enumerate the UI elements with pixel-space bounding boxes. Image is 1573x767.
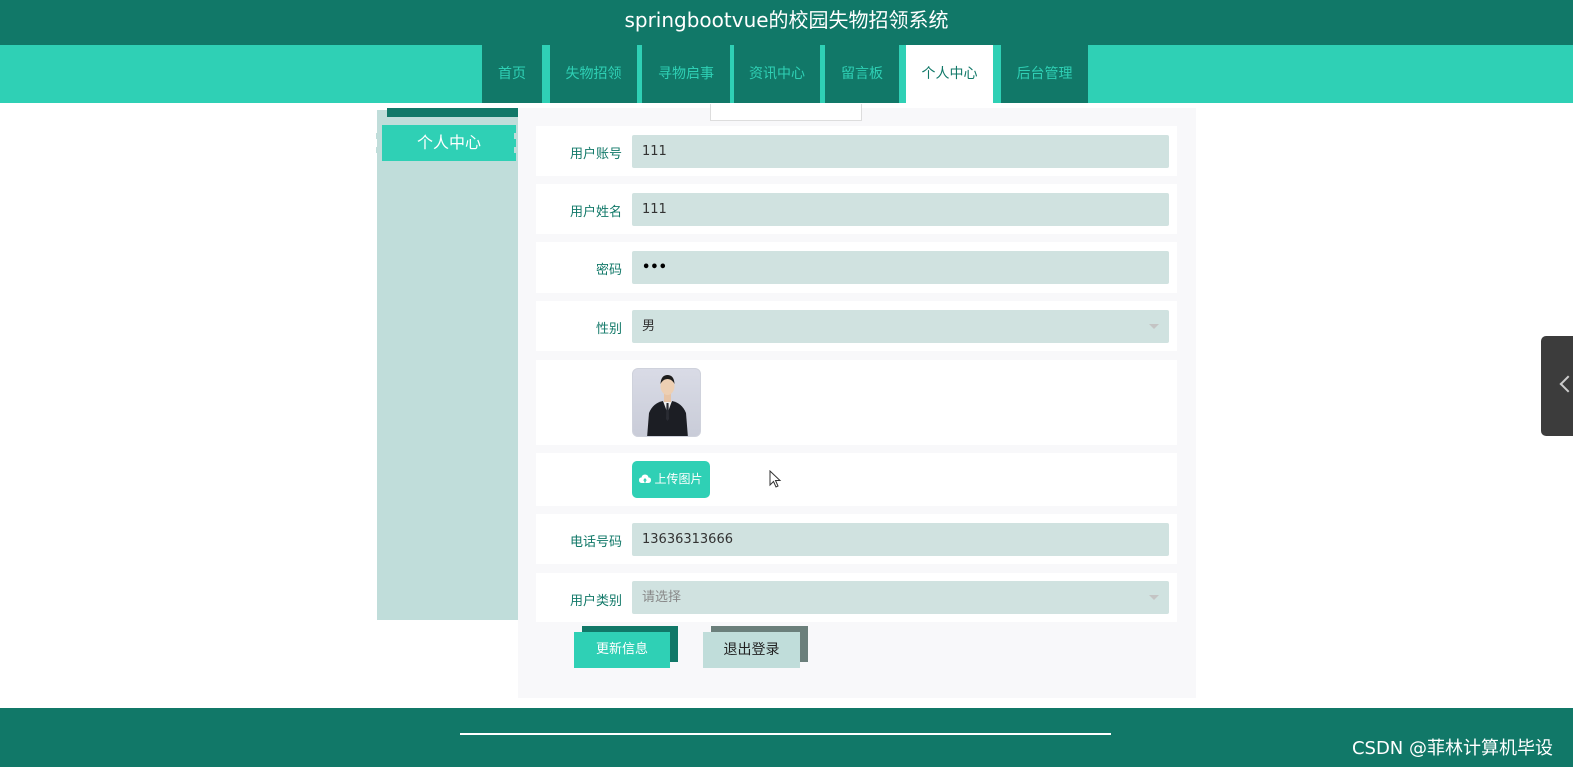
name-label: 用户姓名 — [569, 205, 622, 220]
name-input[interactable]: 111 — [632, 193, 1169, 226]
password-label: 密码 — [595, 263, 622, 278]
nav-message-board[interactable]: 留言板 — [825, 45, 899, 103]
phone-label: 电话号码 — [569, 535, 622, 550]
chevron-down-icon — [1149, 324, 1159, 329]
side-drawer-handle[interactable] — [1541, 336, 1573, 436]
main-nav: 首页 失物招领 寻物启事 资讯中心 留言板 个人中心 后台管理 — [0, 45, 1573, 103]
user-type-label: 用户类别 — [569, 594, 622, 609]
sidebar — [377, 110, 518, 620]
sidebar-title[interactable]: 个人中心 — [382, 125, 516, 161]
sidebar-notch — [376, 133, 382, 139]
avatar-row — [536, 360, 1177, 445]
mouse-cursor-icon — [769, 470, 782, 488]
gender-select[interactable]: 男 — [632, 310, 1169, 343]
nav-personal-center[interactable]: 个人中心 — [906, 45, 993, 103]
nav-news[interactable]: 资讯中心 — [734, 45, 820, 103]
cloud-upload-icon — [639, 474, 652, 483]
upload-row: 上传图片 — [536, 453, 1177, 506]
sidebar-top-strip — [387, 108, 530, 117]
gender-value: 男 — [642, 319, 656, 334]
watermark: CSDN @菲林计算机毕设 — [1351, 738, 1553, 759]
account-input[interactable]: 111 — [632, 135, 1169, 168]
account-label: 用户账号 — [569, 147, 622, 162]
site-title: springbootvue的校园失物招领系统 — [0, 0, 1573, 45]
gender-label: 性别 — [595, 322, 622, 337]
user-type-placeholder: 请选择 — [642, 590, 682, 605]
logout-button[interactable]: 退出登录 — [703, 632, 800, 668]
nav-lost-found[interactable]: 失物招领 — [550, 45, 637, 103]
phone-input[interactable]: 13636313666 — [632, 523, 1169, 556]
account-row: 用户账号 111 — [536, 126, 1177, 176]
name-row: 用户姓名 111 — [536, 184, 1177, 234]
chevron-down-icon — [1149, 595, 1159, 600]
footer-divider — [460, 733, 1111, 735]
nav-admin[interactable]: 后台管理 — [1001, 45, 1088, 103]
update-info-button[interactable]: 更新信息 — [574, 632, 670, 668]
upload-image-label: 上传图片 — [654, 472, 703, 486]
password-row: 密码 ••• — [536, 242, 1177, 293]
nav-search-notice[interactable]: 寻物启事 — [642, 45, 730, 103]
chevron-left-icon — [1559, 375, 1573, 393]
footer: CSDN @菲林计算机毕设 — [0, 708, 1573, 767]
sidebar-notch — [376, 147, 382, 153]
phone-row: 电话号码 13636313666 — [536, 514, 1177, 564]
nav-home[interactable]: 首页 — [482, 45, 542, 103]
avatar-photo-icon — [647, 375, 688, 436]
avatar[interactable] — [632, 368, 701, 437]
panel-top-tab — [710, 104, 862, 121]
password-input[interactable]: ••• — [632, 251, 1169, 284]
upload-image-button[interactable]: 上传图片 — [632, 461, 710, 498]
user-type-row: 用户类别 请选择 — [536, 573, 1177, 622]
user-type-select[interactable]: 请选择 — [632, 581, 1169, 614]
gender-row: 性别 男 — [536, 301, 1177, 351]
